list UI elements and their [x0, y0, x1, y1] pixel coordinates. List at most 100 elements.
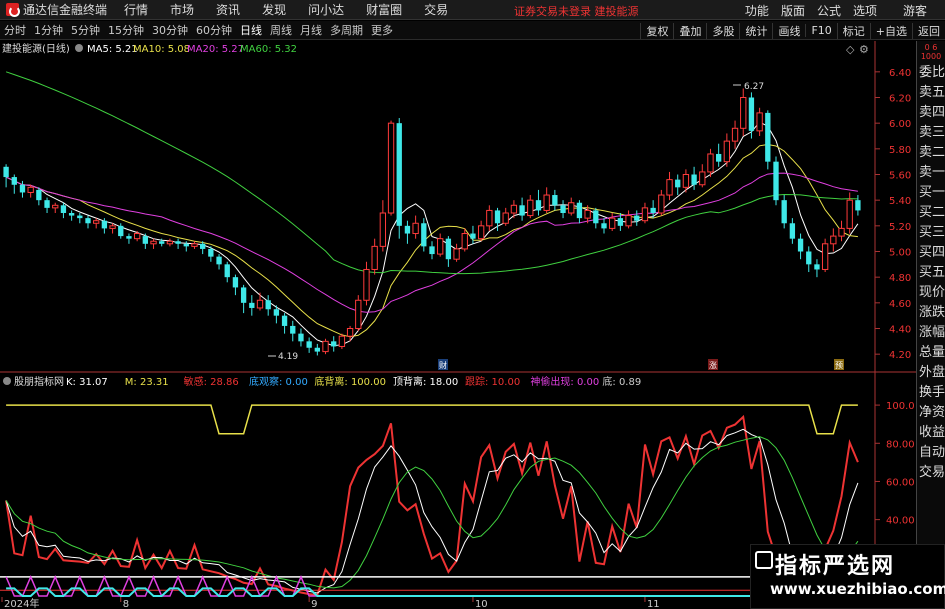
menu-gongneng[interactable]: 功能 — [739, 2, 775, 19]
menu-jiaoyi[interactable]: 交易 — [413, 1, 459, 18]
candle-body-down — [429, 246, 435, 255]
indicator-menu-icon[interactable] — [3, 377, 11, 385]
candle-body-down — [576, 202, 583, 219]
stock-title: 建投能源(日线) — [2, 42, 70, 55]
candle-body-up — [740, 97, 747, 129]
tool-tongji[interactable]: 统计 — [739, 22, 772, 39]
candle-body-up — [486, 209, 493, 227]
menu-caifuquan[interactable]: 财富圈 — [355, 1, 413, 18]
candle-body-up — [830, 235, 837, 245]
candle-body-down — [60, 205, 67, 213]
menu-shichang[interactable]: 市场 — [159, 1, 205, 18]
period-tab-daily[interactable]: 日线 — [236, 22, 266, 38]
tool-back[interactable]: 返回 — [912, 22, 945, 39]
candle-body-up — [338, 335, 346, 347]
tool-fuquan[interactable]: 复权 — [640, 22, 673, 39]
x-tick-label: 8 — [123, 599, 129, 609]
candle-body-up — [322, 340, 329, 353]
price-tick-label: 6.40 — [889, 68, 911, 79]
candle-body-up — [355, 299, 362, 329]
price-tick-label: 4.20 — [889, 350, 911, 361]
candle-body-down — [77, 215, 83, 219]
menu-zixun[interactable]: 资讯 — [205, 1, 251, 18]
candle-body-up — [461, 233, 468, 250]
candle-body-down — [175, 241, 181, 244]
guest-user[interactable]: 游客 — [883, 2, 945, 19]
candle-body-down — [716, 153, 722, 162]
settings-icon[interactable]: ⚙ — [859, 43, 869, 56]
zoom-icon[interactable]: ◇ — [846, 43, 855, 56]
event-marker-zhang-label: 涨 — [709, 360, 717, 370]
period-tab-15min[interactable]: 15分钟 — [104, 22, 148, 38]
candle-body-down — [404, 225, 411, 234]
candle-body-up — [609, 217, 616, 229]
period-tab-5min[interactable]: 5分钟 — [67, 22, 104, 38]
quote-field-11: 现价 — [919, 285, 945, 300]
tool-add-watchlist[interactable]: +自选 — [869, 22, 912, 39]
quote-field-12: 涨跌 — [919, 305, 945, 320]
period-tab-more[interactable]: 更多 — [367, 22, 397, 38]
menu-faxian[interactable]: 发现 — [251, 1, 297, 18]
indicator-value-0: K: 31.07 — [66, 377, 108, 388]
quote-field-18: 收益 — [919, 425, 945, 440]
candle-body-up — [477, 225, 485, 240]
quote-field-2: 卖四 — [919, 105, 945, 120]
candle-body-up — [568, 202, 575, 214]
candle-body-up — [502, 212, 509, 224]
menu-banmian[interactable]: 版面 — [775, 2, 811, 19]
period-tab-60min[interactable]: 60分钟 — [192, 22, 236, 38]
x-tick-label: 11 — [647, 599, 660, 609]
indicator-value-4: 底背离: 100.00 — [314, 375, 386, 388]
x-tick-label: 2024年 — [4, 597, 39, 609]
period-tab-weekly[interactable]: 周线 — [266, 22, 296, 38]
candle-body-down — [273, 309, 280, 316]
quote-field-7: 买二 — [919, 205, 945, 220]
candle-body-down — [249, 302, 255, 308]
app-logo: 通达信金融终端 — [0, 1, 113, 18]
candle-body-down — [806, 251, 812, 265]
tool-diejia[interactable]: 叠加 — [673, 22, 706, 39]
ind-tick-label: 40.00 — [886, 516, 915, 527]
candle-body-up — [666, 179, 673, 196]
period-tab-1min[interactable]: 1分钟 — [30, 22, 67, 38]
candle-body-down — [650, 207, 656, 213]
candle-body-up — [191, 243, 198, 247]
candle-body-down — [3, 166, 9, 178]
tool-f10[interactable]: F10 — [805, 24, 836, 37]
price-tick-label: 4.60 — [889, 299, 911, 310]
candle-body-down — [396, 123, 402, 226]
ma60-label: MA60: 5.32 — [240, 44, 297, 55]
candle-body-down — [601, 223, 607, 229]
tool-duogu[interactable]: 多股 — [706, 22, 739, 39]
period-tab-30min[interactable]: 30分钟 — [148, 22, 192, 38]
indicator-value-2: 敏感: 28.86 — [184, 375, 239, 388]
menu-gongshi[interactable]: 公式 — [811, 2, 847, 19]
period-tab-multi[interactable]: 多周期 — [326, 22, 367, 38]
menu-wenxiaoda[interactable]: 问小达 — [297, 1, 355, 18]
quote-field-9: 买四 — [919, 245, 945, 260]
quote-field-1: 卖五 — [919, 85, 945, 100]
login-promo[interactable]: 证券交易未登录 建投能源 — [514, 3, 639, 19]
candle-body-down — [298, 333, 304, 342]
period-tab-fenshi[interactable]: 分时 — [0, 22, 30, 38]
indicator-toggle-icon[interactable] — [75, 44, 83, 52]
period-tab-monthly[interactable]: 月线 — [296, 22, 326, 38]
quote-field-19: 自动 — [919, 445, 945, 460]
kline-chart[interactable]: 6.40 6.20 6.00 5.80 5.60 5.40 5.20 5.00 4.80 4.60… — [0, 41, 916, 609]
candle-body-down — [36, 189, 42, 201]
menu-hangqing[interactable]: 行情 — [113, 1, 159, 18]
tool-huaxian[interactable]: 画线 — [772, 22, 805, 39]
candle-body-down — [216, 256, 222, 265]
tool-biaoji[interactable]: 标记 — [836, 22, 870, 39]
main-menu: 行情 市场 资讯 发现 问小达 财富圈 交易 — [113, 1, 459, 18]
candle-body-up — [584, 209, 591, 219]
candle-body-down — [183, 243, 189, 247]
bottom-divergence-line — [6, 404, 858, 435]
candle-body-down — [797, 238, 804, 252]
indicator-value-8: 底: 0.89 — [602, 375, 641, 388]
m-line — [5, 436, 859, 589]
candle-body-up — [625, 215, 632, 227]
quote-field-5: 卖一 — [919, 165, 945, 180]
menu-xuanxiang[interactable]: 选项 — [847, 2, 883, 19]
candle-body-down — [101, 220, 108, 229]
